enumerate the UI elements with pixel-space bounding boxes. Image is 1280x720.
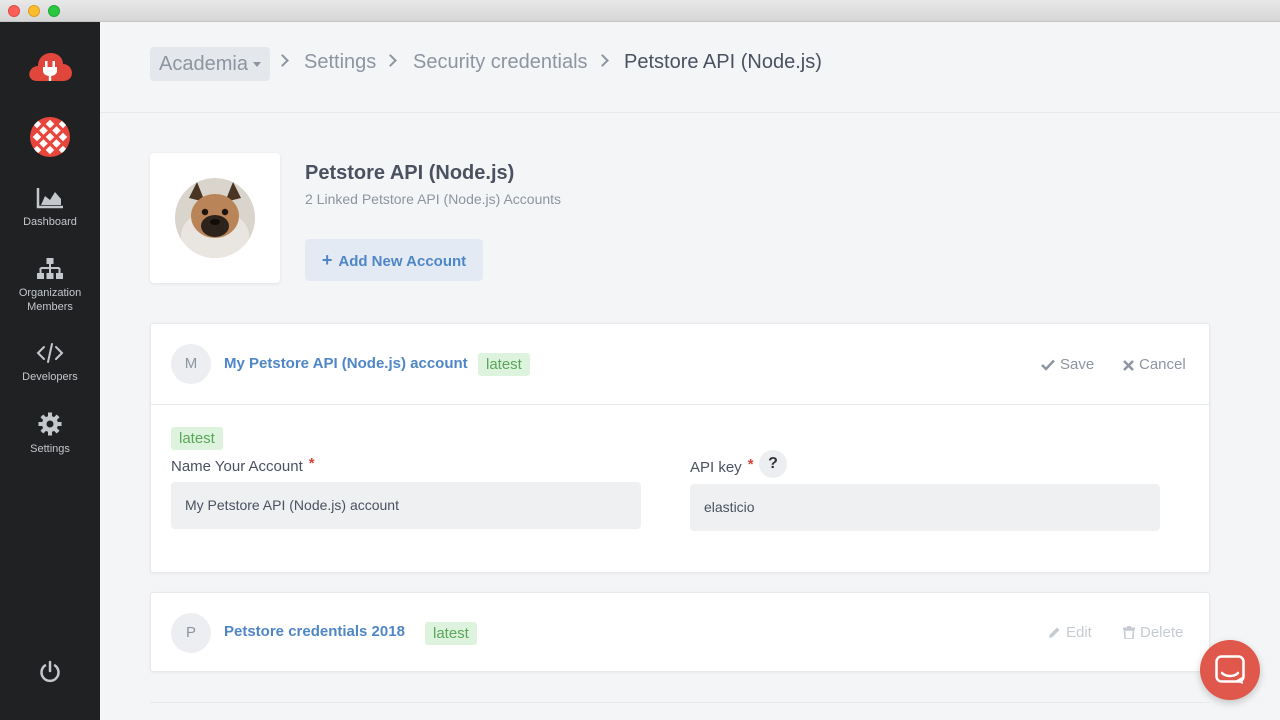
account-name-link[interactable]: My Petstore API (Node.js) account xyxy=(224,355,468,372)
breadcrumb: Academia Settings Security credentials P… xyxy=(100,22,1280,113)
credential-title: Petstore API (Node.js) xyxy=(305,162,515,184)
account-card-header: P Petstore credentials 2018 latest Edit … xyxy=(151,593,1209,673)
chevron-right-icon xyxy=(596,54,609,67)
power-icon[interactable] xyxy=(37,659,63,685)
account-initial-avatar: M xyxy=(171,344,211,384)
delete-button[interactable]: Delete xyxy=(1123,624,1183,641)
delete-label: Delete xyxy=(1140,624,1184,641)
account-card: M My Petstore API (Node.js) account late… xyxy=(150,323,1210,573)
gear-icon xyxy=(38,412,62,436)
api-key-field-label: API key * xyxy=(690,456,754,476)
save-button[interactable]: Save xyxy=(1041,356,1094,373)
breadcrumb-item-security-credentials[interactable]: Security credentials xyxy=(413,51,588,74)
edit-button[interactable]: Edit xyxy=(1048,624,1092,641)
account-name-field-label: Name Your Account * xyxy=(171,455,315,475)
minimize-window-button[interactable] xyxy=(28,5,40,17)
close-window-button[interactable] xyxy=(8,5,20,17)
sidebar-item-settings[interactable]: Settings xyxy=(0,412,100,456)
sitemap-icon xyxy=(37,258,63,279)
chart-area-icon xyxy=(36,188,63,209)
breadcrumb-item-settings[interactable]: Settings xyxy=(304,51,376,74)
required-mark: * xyxy=(747,456,754,473)
save-label: Save xyxy=(1060,356,1095,373)
api-key-input[interactable] xyxy=(690,484,1160,531)
caret-down-icon xyxy=(252,62,261,68)
account-initial-avatar: P xyxy=(171,613,211,653)
credential-logo-card xyxy=(150,153,280,283)
sidebar-item-label: Settings xyxy=(30,443,70,455)
pencil-icon xyxy=(1049,627,1060,638)
sidebar-item-dashboard[interactable]: Dashboard xyxy=(0,187,100,229)
account-name-label-text: Name Your Account xyxy=(171,458,303,475)
latest-badge: latest xyxy=(171,427,223,450)
sidebar: Dashboard Organization Members Developer… xyxy=(0,22,100,720)
chat-icon xyxy=(1215,655,1245,684)
chevron-right-icon xyxy=(384,54,397,67)
required-mark: * xyxy=(308,455,315,472)
account-name-input[interactable] xyxy=(171,482,641,529)
api-key-label-text: API key xyxy=(690,459,742,476)
chat-widget-button[interactable] xyxy=(1200,640,1260,700)
organization-name: Academia xyxy=(159,53,248,75)
credential-subtitle: 2 Linked Petstore API (Node.js) Accounts xyxy=(305,191,562,207)
sidebar-item-label: Developers xyxy=(22,371,78,383)
latest-badge: latest xyxy=(425,622,477,645)
check-icon xyxy=(1041,359,1055,371)
plus-icon: + xyxy=(321,250,333,270)
sidebar-item-label: Dashboard xyxy=(23,216,77,228)
code-icon xyxy=(36,343,64,363)
breadcrumb-item-current: Petstore API (Node.js) xyxy=(624,51,822,73)
divider xyxy=(150,702,1210,703)
latest-badge: latest xyxy=(478,353,530,376)
window-titlebar xyxy=(0,0,1280,22)
trash-icon xyxy=(1123,626,1135,640)
account-card: P Petstore credentials 2018 latest Edit … xyxy=(150,592,1210,672)
help-icon[interactable]: ? xyxy=(759,450,787,478)
sidebar-item-developers[interactable]: Developers xyxy=(0,342,100,384)
organization-avatar[interactable] xyxy=(30,117,70,157)
add-new-account-button[interactable]: + Add New Account xyxy=(305,239,483,281)
sidebar-item-organization-members[interactable]: Organization Members xyxy=(0,258,100,314)
close-icon xyxy=(1123,360,1134,371)
sidebar-item-label: Organization Members xyxy=(18,287,82,313)
cancel-label: Cancel xyxy=(1139,356,1186,373)
maximize-window-button[interactable] xyxy=(48,5,60,17)
dog-photo xyxy=(175,178,255,258)
organization-dropdown[interactable]: Academia xyxy=(150,47,270,81)
chevron-right-icon xyxy=(276,54,289,67)
account-name-link[interactable]: Petstore credentials 2018 xyxy=(224,623,405,640)
cancel-button[interactable]: Cancel xyxy=(1123,356,1186,373)
edit-label: Edit xyxy=(1066,624,1092,641)
cloud-plug-logo-icon[interactable] xyxy=(27,49,73,85)
account-card-header: M My Petstore API (Node.js) account late… xyxy=(151,324,1209,405)
add-new-account-label: Add New Account xyxy=(338,253,467,270)
